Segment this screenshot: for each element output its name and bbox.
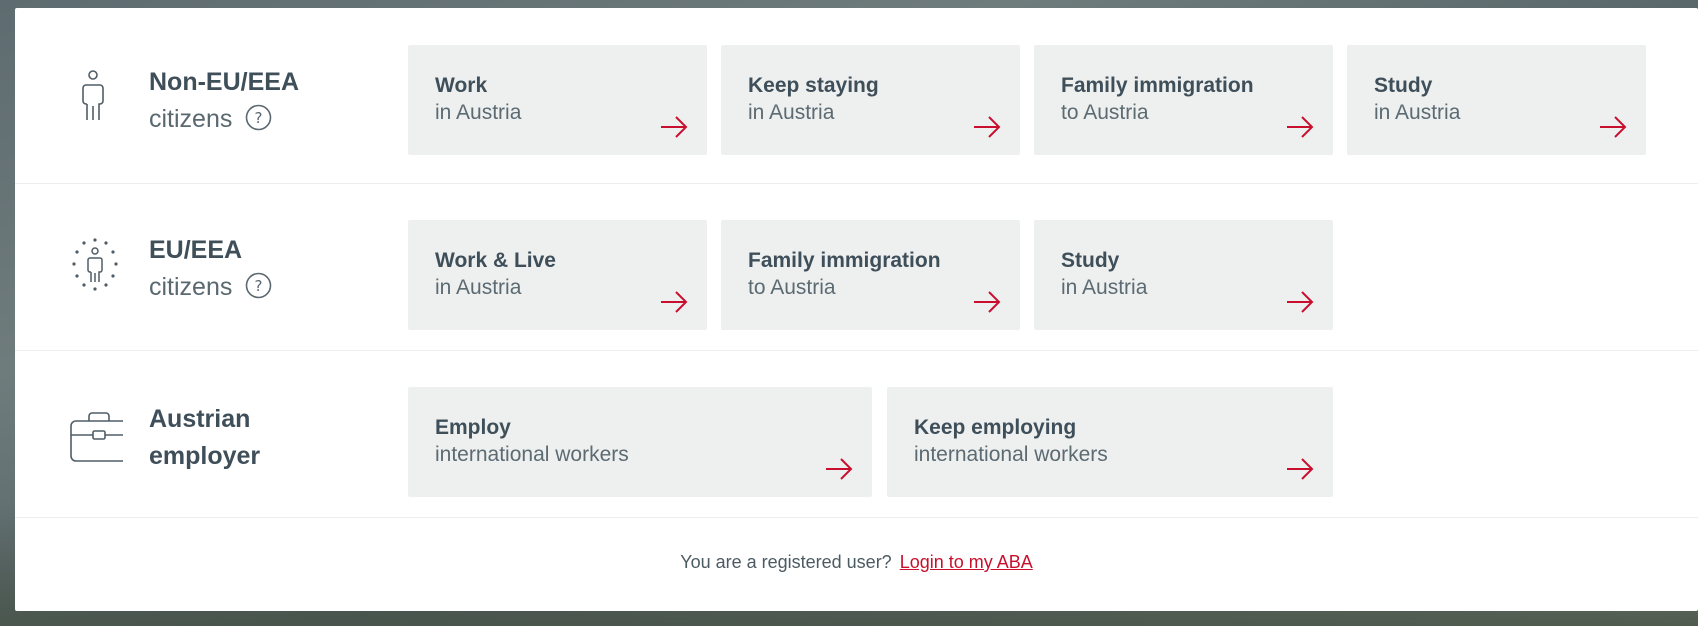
card-title: Study [1374, 74, 1433, 97]
card-study[interactable]: Study in Austria [1347, 45, 1646, 155]
group-title-weak: employer [149, 442, 261, 470]
card-title: Family immigration [748, 249, 941, 272]
card-title: Employ [435, 416, 511, 439]
arrow-right-icon [1287, 291, 1314, 313]
group-austrian-employer: Austrian employer Employ international w… [15, 351, 1698, 518]
card-title: Work & Live [435, 249, 556, 272]
arrow-right-icon [826, 458, 853, 480]
arrow-right-icon [661, 291, 688, 313]
card-title: Study [1061, 249, 1120, 272]
footer-line: You are a registered user? Login to my AB… [15, 552, 1698, 573]
briefcase-icon [70, 412, 123, 462]
arrow-right-icon [1287, 116, 1314, 138]
login-footer: You are a registered user? Login to my AB… [15, 518, 1698, 611]
arrow-right-icon [1287, 458, 1314, 480]
card-title: Keep employing [914, 416, 1077, 439]
arrow-right-icon [661, 116, 688, 138]
card-title: Family immigration [1061, 74, 1254, 97]
arrow-right-icon [1600, 116, 1627, 138]
card-keep-staying[interactable]: Keep staying in Austria [721, 45, 1020, 155]
group-title-strong: EU/EEA [149, 236, 243, 264]
card-keep-employing[interactable]: Keep employing international workers [887, 387, 1333, 497]
group-title-weak: citizens [149, 105, 233, 133]
group-eu-citizens: EU/EEA citizens ? Work & Live in Austria… [15, 184, 1698, 351]
group-title-non-eu: Non-EU/EEA citizens ? [149, 64, 389, 138]
card-subtitle: international workers [914, 443, 1108, 466]
svg-text:?: ? [255, 277, 263, 295]
group-title-strong: Non-EU/EEA [149, 68, 299, 96]
immigration-options-panel: Non-EU/EEA citizens ? Work in Austria Ke… [15, 8, 1698, 611]
card-title: Keep staying [748, 74, 879, 97]
arrow-right-icon [974, 291, 1001, 313]
card-study[interactable]: Study in Austria [1034, 220, 1333, 330]
group-title-employer: Austrian employer [149, 401, 389, 475]
svg-text:?: ? [255, 109, 263, 127]
group-title-eu: EU/EEA citizens ? [149, 232, 389, 306]
help-circle-icon[interactable]: ? [245, 104, 272, 131]
group-title-weak: citizens [149, 273, 233, 301]
card-subtitle: international workers [435, 443, 629, 466]
help-circle-icon[interactable]: ? [245, 272, 272, 299]
group-non-eu-citizens: Non-EU/EEA citizens ? Work in Austria Ke… [15, 8, 1698, 184]
registered-user-prompt: You are a registered user? [680, 552, 892, 572]
card-work-in-austria[interactable]: Work in Austria [408, 45, 707, 155]
card-work-and-live[interactable]: Work & Live in Austria [408, 220, 707, 330]
login-link[interactable]: Login to my ABA [900, 552, 1033, 572]
card-family-immigration[interactable]: Family immigration to Austria [1034, 45, 1333, 155]
card-title: Work [435, 74, 488, 97]
card-employ-international-workers[interactable]: Employ international workers [408, 387, 872, 497]
arrow-right-icon [974, 116, 1001, 138]
eu-stars-person-icon [72, 238, 118, 291]
person-icon [82, 70, 104, 120]
group-title-strong: Austrian [149, 405, 251, 433]
card-family-immigration[interactable]: Family immigration to Austria [721, 220, 1020, 330]
